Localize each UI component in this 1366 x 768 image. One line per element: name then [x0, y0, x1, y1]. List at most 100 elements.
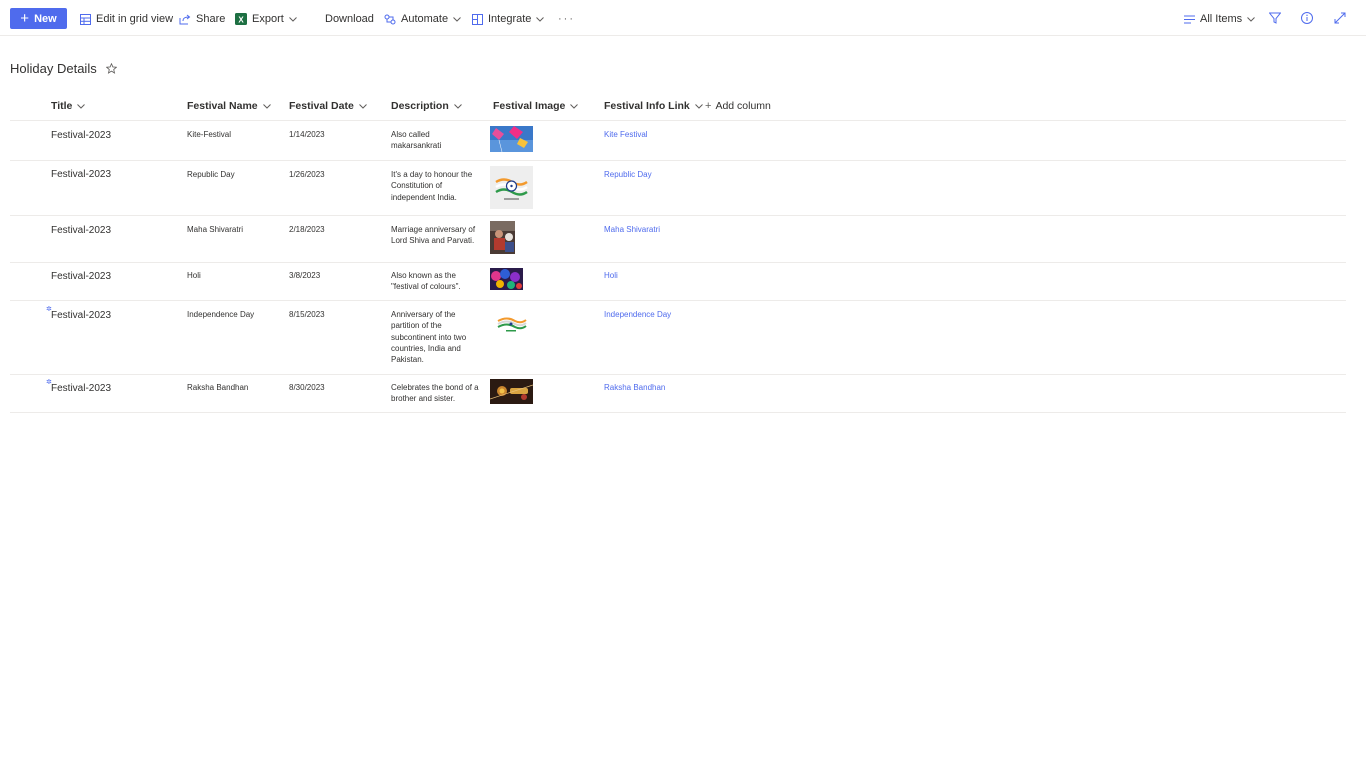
edit-grid-view-button[interactable]: Edit in grid view [80, 9, 173, 29]
share-icon [179, 14, 191, 25]
row-description: Also known as the "festival of colours". [391, 271, 461, 292]
row-description: Marriage anniversary of Lord Shiva and P… [391, 225, 476, 246]
svg-text:X: X [238, 16, 244, 25]
row-divider [10, 215, 1346, 216]
row-festival-name: Holi [187, 271, 201, 280]
row-festival-date: 1/26/2023 [289, 170, 325, 179]
plus-icon: + [705, 100, 712, 112]
row-festival-name: Kite-Festival [187, 130, 232, 139]
plus-icon: + [20, 10, 30, 27]
row-info-link[interactable]: Raksha Bandhan [604, 382, 665, 393]
row-info-link[interactable]: Holi [604, 270, 618, 281]
column-header-festival-name[interactable]: Festival Name [187, 98, 271, 114]
list-title: Holiday Details [10, 61, 97, 76]
column-header-festival-info-link[interactable]: Festival Info Link [604, 98, 703, 114]
row-title[interactable]: Festival-2023 [51, 225, 111, 236]
header-divider [10, 120, 1346, 121]
edit-grid-view-label: Edit in grid view [96, 13, 174, 25]
row-title[interactable]: Festival-2023 [51, 310, 111, 321]
column-header-description[interactable]: Description [391, 98, 462, 114]
new-button-label: New [34, 12, 57, 25]
row-title[interactable]: Festival-2023 [51, 169, 111, 180]
column-header-label: Festival Name [187, 100, 258, 112]
integrate-icon [472, 13, 483, 25]
row-festival-date: 8/30/2023 [289, 383, 325, 392]
row-description: Anniversary of the partition of the subc… [391, 310, 467, 365]
row-title[interactable]: Festival-2023 [51, 130, 111, 141]
festival-image-thumbnail[interactable] [490, 166, 533, 209]
row-title[interactable]: Festival-2023 [51, 271, 111, 282]
new-button[interactable]: + New [10, 8, 67, 29]
column-header-festival-image[interactable]: Festival Image [493, 98, 579, 114]
chevron-down-icon [77, 103, 86, 109]
row-description: Also called makarsankrati [391, 130, 442, 151]
info-button[interactable] [1301, 9, 1313, 29]
column-header-label: Festival Date [289, 100, 354, 112]
share-label: Share [196, 13, 226, 25]
festival-image-thumbnail[interactable] [490, 268, 523, 290]
row-info-link[interactable]: Republic Day [604, 169, 652, 180]
row-description: Celebrates the bond of a brother and sis… [391, 383, 479, 404]
integrate-button[interactable]: Integrate [472, 9, 545, 29]
chevron-down-icon [262, 103, 271, 109]
row-festival-date: 2/18/2023 [289, 225, 325, 234]
row-title[interactable]: Festival-2023 [51, 383, 111, 394]
chevron-down-icon [694, 103, 703, 109]
chevron-down-icon [1247, 13, 1256, 25]
row-divider [10, 374, 1346, 375]
column-header-label: Festival Info Link [604, 100, 690, 112]
row-divider [10, 412, 1346, 413]
view-label: All Items [1200, 13, 1243, 25]
festival-image-thumbnail[interactable] [490, 379, 533, 404]
add-column-label: Add column [715, 100, 771, 112]
row-festival-date: 1/14/2023 [289, 130, 325, 139]
column-header-label: Festival Image [493, 100, 566, 112]
list-view-icon [1184, 15, 1195, 24]
integrate-label: Integrate [488, 13, 532, 25]
row-festival-date: 3/8/2023 [289, 271, 321, 280]
grid-icon [80, 13, 91, 25]
row-festival-name: Maha Shivaratri [187, 225, 244, 234]
chevron-down-icon [288, 13, 297, 25]
more-label: ··· [558, 13, 575, 25]
excel-icon: X [235, 13, 247, 25]
chevron-down-icon [358, 103, 367, 109]
expand-button[interactable] [1334, 9, 1346, 29]
row-divider [10, 262, 1346, 263]
more-options-button[interactable]: ··· [558, 9, 575, 29]
column-header-label: Title [51, 100, 73, 112]
row-festival-name: Independence Day [187, 310, 255, 319]
festival-image-thumbnail[interactable] [490, 221, 515, 254]
automate-label: Automate [401, 13, 449, 25]
column-header-festival-date[interactable]: Festival Date [289, 98, 367, 114]
row-description: It's a day to honour the Constitution of… [391, 170, 473, 202]
view-selector[interactable]: All Items [1184, 9, 1256, 29]
chevron-down-icon [570, 103, 579, 109]
row-festival-name: Raksha Bandhan [187, 383, 249, 392]
info-icon [1301, 11, 1313, 27]
festival-image-thumbnail[interactable] [495, 312, 528, 334]
chevron-down-icon [536, 13, 545, 25]
row-info-link[interactable]: Kite Festival [604, 129, 648, 140]
row-info-link[interactable]: Maha Shivaratri [604, 224, 660, 235]
add-column-button[interactable]: + Add column [705, 98, 771, 114]
command-bar: + New Edit in grid view Share X Export D… [0, 0, 1366, 36]
filter-button[interactable] [1268, 9, 1282, 29]
expand-icon [1334, 12, 1346, 27]
filter-icon [1268, 12, 1282, 27]
download-button[interactable]: Download [325, 9, 374, 29]
row-festival-name: Republic Day [187, 170, 235, 179]
row-divider [10, 160, 1346, 161]
row-festival-date: 8/15/2023 [289, 310, 325, 319]
festival-image-thumbnail[interactable] [490, 126, 533, 152]
star-icon[interactable] [105, 63, 117, 74]
automate-button[interactable]: Automate [384, 9, 461, 29]
column-header-label: Description [391, 100, 449, 112]
share-button[interactable]: Share [179, 9, 225, 29]
export-button[interactable]: X Export [235, 9, 297, 29]
column-header-title[interactable]: Title [51, 98, 86, 114]
export-label: Export [252, 13, 284, 25]
row-divider [10, 300, 1346, 301]
automate-icon [384, 14, 396, 25]
row-info-link[interactable]: Independence Day [604, 309, 671, 320]
